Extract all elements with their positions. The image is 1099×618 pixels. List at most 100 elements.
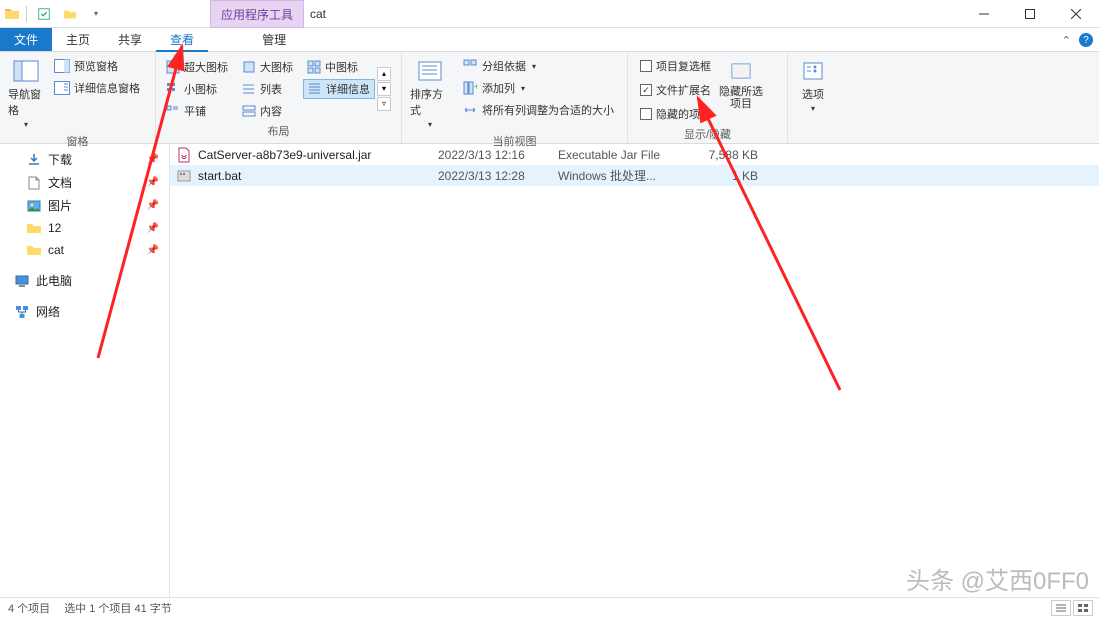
- ribbon-group-current-view: 排序方式 ▾ 分组依据▾ + 添加列▾ 将所有列调整为合适的大小 当前视图: [402, 52, 628, 143]
- file-extensions-toggle[interactable]: ✓ 文件扩展名: [638, 80, 713, 100]
- hide-selected-button[interactable]: 隐藏所选项目: [717, 56, 765, 112]
- close-button[interactable]: [1053, 0, 1099, 28]
- file-row[interactable]: CatServer-a8b73e9-universal.jar 2022/3/1…: [170, 144, 1099, 165]
- layout-group-label: 布局: [162, 121, 395, 143]
- sort-by-button[interactable]: 排序方式 ▾: [408, 56, 452, 131]
- pin-icon: 📌: [147, 223, 159, 234]
- list-icon: [242, 82, 256, 96]
- minimize-ribbon-icon[interactable]: ⌃: [1062, 34, 1071, 47]
- ribbon-group-panes: 导航窗格 ▾ 预览窗格 详细信息窗格 窗格: [0, 52, 156, 143]
- window-title: cat: [310, 0, 326, 28]
- gallery-more-icon[interactable]: ▿: [377, 97, 391, 111]
- pictures-icon: [26, 198, 42, 214]
- nav-documents[interactable]: 文档 📌: [0, 171, 169, 194]
- file-row[interactable]: start.bat 2022/3/13 12:28 Windows 批处理...…: [170, 165, 1099, 186]
- options-button[interactable]: 选项 ▾: [794, 56, 832, 115]
- layout-details[interactable]: 详细信息: [303, 79, 375, 99]
- m-icons-icon: [307, 60, 321, 74]
- tab-share[interactable]: 共享: [104, 28, 156, 51]
- bat-file-icon: [176, 168, 192, 184]
- details-view-toggle[interactable]: [1051, 600, 1071, 616]
- details-pane-button[interactable]: 详细信息窗格: [50, 78, 144, 98]
- help-icon[interactable]: ?: [1079, 33, 1093, 47]
- nav-label: 文档: [48, 174, 72, 191]
- jar-file-icon: [176, 147, 192, 163]
- preview-pane-icon: [54, 58, 70, 74]
- quick-access-toolbar: ▾: [0, 3, 107, 25]
- network-icon: [14, 304, 30, 320]
- file-list: CatServer-a8b73e9-universal.jar 2022/3/1…: [170, 144, 1099, 597]
- downloads-icon: [26, 152, 42, 168]
- item-checkboxes-toggle[interactable]: 项目复选框: [638, 56, 713, 76]
- qat-properties-icon[interactable]: [33, 3, 55, 25]
- checkbox-checked-icon: ✓: [640, 84, 652, 96]
- add-columns-label: 添加列: [482, 80, 515, 96]
- ribbon-tabs: 文件 主页 共享 查看 管理 ⌃ ?: [0, 28, 1099, 52]
- hidden-items-label: 隐藏的项目: [656, 106, 711, 122]
- layout-extra-large-icons[interactable]: 超大图标: [162, 57, 232, 77]
- nav-pane-label: 导航窗格: [8, 86, 44, 118]
- chevron-down-icon: ▾: [428, 120, 432, 129]
- layout-gallery: 超大图标 大图标 中图标 小图标 列表 详细信息 平铺 内容: [162, 57, 375, 121]
- add-columns-button[interactable]: + 添加列▾: [458, 78, 618, 98]
- ribbon-group-layout: 超大图标 大图标 中图标 小图标 列表 详细信息 平铺 内容 ▴ ▾ ▿ 布局: [156, 52, 402, 143]
- nav-network[interactable]: 网络: [0, 300, 169, 323]
- navigation-pane: 下载📌 文档📌 图片📌 12📌 cat📌 此电脑 网络: [0, 144, 170, 597]
- nav-this-pc[interactable]: 此电脑: [0, 269, 169, 292]
- hide-selected-label: 隐藏所选项目: [719, 86, 763, 110]
- maximize-button[interactable]: [1007, 0, 1053, 28]
- group-by-button[interactable]: 分组依据▾: [458, 56, 618, 76]
- hidden-items-toggle[interactable]: 隐藏的项目: [638, 104, 713, 124]
- nav-pictures[interactable]: 图片📌: [0, 194, 169, 217]
- folder-icon: [26, 220, 42, 236]
- tab-view[interactable]: 查看: [156, 28, 208, 51]
- qat-newfolder-icon[interactable]: [59, 3, 81, 25]
- fit-columns-button[interactable]: 将所有列调整为合适的大小: [458, 100, 618, 120]
- file-type: Executable Jar File: [558, 148, 688, 162]
- preview-pane-button[interactable]: 预览窗格: [50, 56, 144, 76]
- nav-label: 12: [48, 221, 61, 235]
- thumbnails-view-toggle[interactable]: [1073, 600, 1093, 616]
- layout-list[interactable]: 列表: [238, 79, 297, 99]
- gallery-up-icon[interactable]: ▴: [377, 67, 391, 81]
- chevron-down-icon: ▾: [811, 104, 815, 113]
- l-icons-icon: [242, 60, 256, 74]
- item-checkboxes-label: 项目复选框: [656, 58, 711, 74]
- nav-folder-cat[interactable]: cat📌: [0, 239, 169, 261]
- chevron-down-icon: ▾: [521, 84, 525, 93]
- layout-small-icons[interactable]: 小图标: [162, 79, 232, 99]
- tab-manage[interactable]: 管理: [248, 28, 300, 51]
- nav-folder-12[interactable]: 12 📌: [0, 217, 169, 239]
- tiles-icon: [166, 104, 180, 118]
- file-name: start.bat: [198, 169, 438, 183]
- layout-large-icons[interactable]: 大图标: [238, 57, 297, 77]
- minimize-button[interactable]: [961, 0, 1007, 28]
- tab-home[interactable]: 主页: [52, 28, 104, 51]
- qat-dropdown-icon[interactable]: ▾: [85, 3, 107, 25]
- layout-medium-icons[interactable]: 中图标: [303, 57, 375, 77]
- layout-content[interactable]: 内容: [238, 101, 297, 121]
- pin-icon: 📌: [147, 177, 159, 188]
- tab-file[interactable]: 文件: [0, 28, 52, 51]
- ribbon-group-show-hide: 项目复选框 ✓ 文件扩展名 隐藏的项目 隐藏所选项目 显示/隐藏: [628, 52, 788, 143]
- show-hide-group-label: 显示/隐藏: [634, 124, 781, 146]
- app-icon: [4, 6, 20, 22]
- gallery-down-icon[interactable]: ▾: [377, 82, 391, 96]
- selection-info: 选中 1 个项目 41 字节: [64, 600, 172, 616]
- title-bar: ▾ 应用程序工具 cat: [0, 0, 1099, 28]
- pin-icon: 📌: [147, 245, 159, 256]
- preview-pane-label: 预览窗格: [74, 58, 118, 74]
- group-icon: [462, 58, 478, 74]
- xl-icons-icon: [166, 60, 180, 74]
- layout-tiles[interactable]: 平铺: [162, 101, 232, 121]
- nav-downloads[interactable]: 下载📌: [0, 148, 169, 171]
- contextual-tab-header: 应用程序工具: [210, 0, 304, 28]
- hide-icon: [727, 58, 755, 84]
- ribbon-right-controls: ⌃ ?: [1062, 28, 1093, 52]
- nav-label: 下载: [48, 151, 72, 168]
- nav-pane-button[interactable]: 导航窗格 ▾: [6, 56, 46, 131]
- nav-label: 此电脑: [36, 272, 72, 289]
- options-group-label: [794, 125, 832, 143]
- sort-label: 排序方式: [410, 86, 450, 118]
- file-date: 2022/3/13 12:28: [438, 169, 558, 183]
